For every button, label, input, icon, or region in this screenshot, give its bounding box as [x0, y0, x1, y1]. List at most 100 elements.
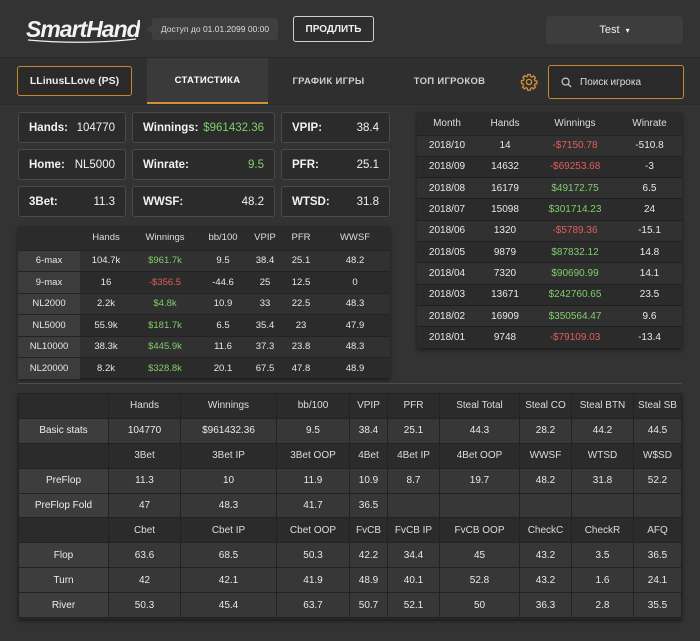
stat-box-winnings: Winnings: $961432.36 — [132, 112, 275, 143]
col-header[interactable]: bb/100 — [198, 226, 248, 250]
table-cell: $181.7k — [148, 319, 182, 331]
player-name-box[interactable]: LLinusLLove (PS) — [17, 66, 132, 96]
table-cell: 9748 — [493, 332, 517, 344]
table-row[interactable]: 2018/02 16909 $350564.47 9.6 — [417, 305, 682, 327]
table-cell: $242760.65 — [548, 289, 602, 301]
table-cell: $90690.99 — [533, 262, 617, 285]
col-header[interactable]: Hands — [80, 226, 132, 250]
table-cell: 42 — [108, 567, 181, 594]
table-cell: 44.5 — [633, 417, 682, 444]
logo-text: SmartHand — [26, 16, 140, 42]
table-cell: 47.9 — [345, 319, 365, 331]
access-text: Доступ до 01.01.2099 00:00 — [160, 24, 270, 34]
col-header[interactable]: Hands — [477, 112, 533, 136]
tab-game-chart[interactable]: ГРАФИК ИГРЫ — [268, 58, 389, 104]
table-cell: 68.5 — [180, 542, 277, 569]
table-cell: Cbet OOP — [276, 517, 350, 544]
table-cell: 3Bet — [108, 442, 181, 469]
table-row[interactable]: 2018/08 16179 $49172.75 6.5 — [417, 177, 682, 199]
col-header[interactable]: Winnings — [533, 112, 617, 136]
limits-table-panel: Hands Winnings bb/100 VPIP PFR WWSF 6-ma… — [18, 226, 390, 379]
table-cell: 36.3 — [519, 592, 572, 619]
table-cell: 7320 — [477, 262, 533, 285]
table-cell: 48.3 — [320, 336, 390, 358]
table-row: PreFlop 11.3 10 11.9 10.9 8.7 19.7 48.2 31.8 52.2 — [18, 467, 682, 494]
table-row[interactable]: 6-max 104.7k $961.7k 9.5 38.4 25.1 48.2 — [18, 250, 390, 272]
table-cell — [18, 517, 109, 544]
table-row[interactable]: 2018/06 1320 -$5789.36 -15.1 — [417, 220, 682, 242]
table-cell: NL10000 — [18, 336, 80, 358]
table-cell: W$SD — [633, 442, 682, 469]
col-header[interactable]: Winnings — [132, 226, 198, 250]
table-cell: 2018/08 — [417, 177, 477, 199]
table-cell: 1320 — [477, 220, 533, 242]
user-menu[interactable]: Test ▾ — [546, 16, 683, 44]
table-cell: 16 — [100, 276, 112, 288]
table-cell: 63.6 — [108, 542, 181, 569]
table-cell: CheckR — [571, 517, 634, 544]
table-cell: 52.2 — [633, 467, 682, 494]
table-cell: 8.7 — [387, 467, 440, 494]
search-input[interactable]: Поиск игрока — [548, 65, 684, 99]
text-label: Winrate: — [143, 158, 189, 171]
table-cell: 48.2 — [320, 250, 390, 272]
table-cell: 52.1 — [387, 592, 440, 619]
table-row[interactable]: NL2000 2.2k $4.8k 10.9 33 22.5 48.3 — [18, 293, 390, 315]
table-row[interactable]: 2018/10 14 -$7150.78 -510.8 — [417, 135, 682, 157]
col-header[interactable]: Winrate — [617, 112, 682, 136]
table-cell: $87832.12 — [551, 246, 599, 258]
month-table: Month Hands Winnings Winrate 2018/10 14 -$… — [417, 112, 682, 348]
table-cell: 38.4 — [248, 250, 282, 272]
text-label: 48.2 — [241, 195, 264, 208]
table-row[interactable]: 2018/01 9748 -$79109.03 -13.4 — [417, 326, 682, 348]
table-row[interactable]: 2018/04 7320 $90690.99 14.1 — [417, 262, 682, 285]
table-row[interactable]: NL10000 38.3k $445.9k 11.6 37.3 23.8 48.3 — [18, 336, 390, 358]
table-cell: FvCB — [349, 517, 388, 544]
table-cell: 15098 — [491, 204, 519, 216]
table-cell: 44.3 — [439, 417, 520, 444]
stat-box-vpip: VPIP: 38.4 — [281, 112, 390, 143]
col-header[interactable]: VPIP — [248, 226, 282, 250]
table-header-row: Month Hands Winnings Winrate — [417, 112, 682, 136]
table-row[interactable]: NL5000 55.9k $181.7k 6.5 35.4 23 47.9 — [18, 314, 390, 336]
table-cell: River — [18, 592, 109, 619]
table-cell: 35.4 — [255, 319, 275, 331]
table-cell: -3 — [645, 161, 654, 173]
table-cell: WTSD — [571, 442, 634, 469]
text-label: 25.1 — [356, 158, 379, 171]
table-row[interactable]: 2018/07 15098 $301714.23 24 — [417, 198, 682, 220]
table-row[interactable]: 9-max 16 -$356.5 -44.6 25 12.5 0 — [18, 271, 390, 293]
tab-statistics[interactable]: СТАТИСТИКА — [147, 58, 268, 104]
col-header[interactable]: PFR — [282, 226, 320, 250]
table-cell: Cbet IP — [180, 517, 277, 544]
table-cell: 50.7 — [349, 592, 388, 619]
col-header[interactable]: WWSF — [320, 226, 390, 250]
table-row[interactable]: 2018/09 14632 -$69253.68 -3 — [417, 156, 682, 177]
logo[interactable]: SmartHand — [24, 12, 140, 46]
table-cell: FvCB IP — [387, 517, 440, 544]
table-cell: 3Bet OOP — [276, 442, 350, 469]
table-header-row: 3Bet 3Bet IP 3Bet OOP 4Bet 4Bet IP 4Bet OOP WW… — [18, 442, 682, 469]
table-cell — [519, 492, 572, 519]
table-cell: 42.2 — [349, 542, 388, 569]
table-cell: 28.2 — [519, 417, 572, 444]
gear-icon[interactable] — [520, 73, 538, 91]
text-label: WWSF: — [143, 195, 184, 208]
table-row: Flop 63.6 68.5 50.3 42.2 34.4 45 43.2 3.5 36.5 — [18, 542, 682, 569]
table-cell: -44.6 — [212, 276, 234, 288]
stat-box-hands: Hands: 104770 — [18, 112, 126, 143]
table-cell: bb/100 — [276, 393, 350, 419]
table-row[interactable]: 2018/03 13671 $242760.65 23.5 — [417, 284, 682, 305]
table-cell: 47 — [108, 492, 181, 519]
table-cell: 2018/10 — [417, 135, 477, 157]
tab-top-players[interactable]: ТОП ИГРОКОВ — [389, 58, 510, 104]
table-cell: 48.3 — [180, 492, 277, 519]
renew-button[interactable]: ПРОДЛИТЬ — [293, 16, 374, 42]
table-row: River 50.3 45.4 63.7 50.7 52.1 50 36.3 2.8 35.5 — [18, 592, 682, 619]
table-cell: Hands — [108, 393, 181, 419]
text-label: 9.5 — [248, 158, 264, 171]
table-row[interactable]: 2018/05 9879 $87832.12 14.8 — [417, 241, 682, 262]
table-row[interactable]: NL20000 8.2k $328.8k 20.1 67.5 47.8 48.9 — [18, 357, 390, 379]
table-cell: VPIP — [349, 393, 388, 419]
col-header[interactable]: Month — [417, 112, 477, 136]
